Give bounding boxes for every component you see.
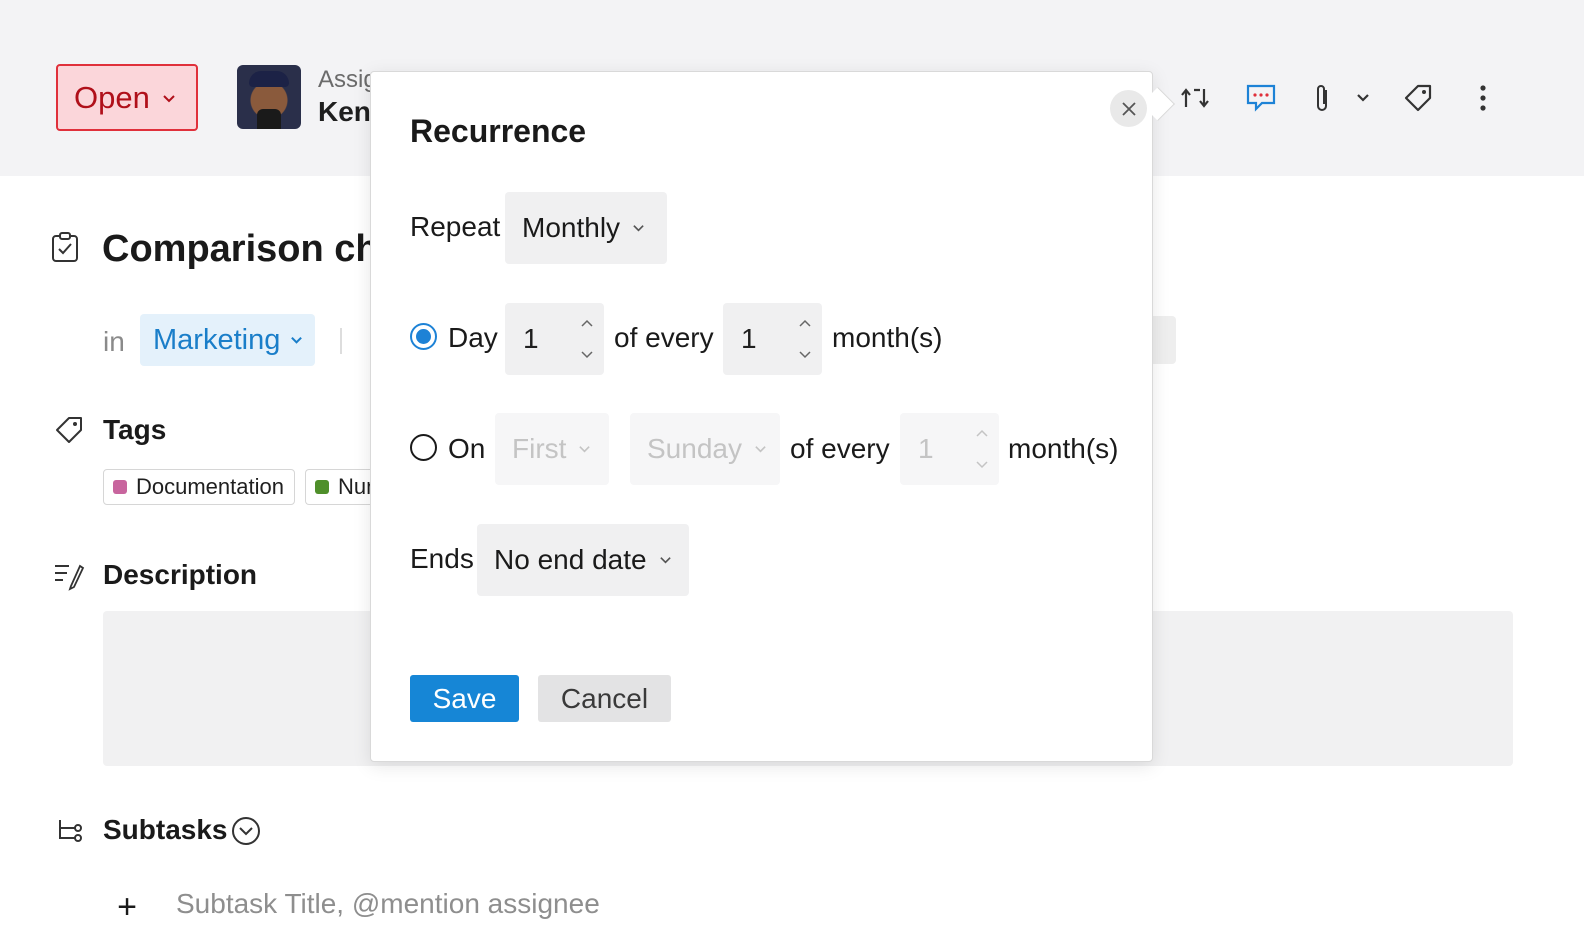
tag-chip[interactable]: Documentation	[103, 469, 295, 505]
repeat-dropdown[interactable]: Monthly	[505, 192, 667, 264]
day-number-stepper[interactable]: 1	[505, 303, 604, 375]
month-interval-stepper[interactable]: 1	[723, 303, 822, 375]
weekday-dropdown[interactable]: Sunday	[630, 413, 780, 485]
recurrence-icon[interactable]	[1177, 80, 1213, 116]
assignee-label: Assignee	[318, 66, 370, 93]
task-title[interactable]: Comparison chart	[102, 228, 372, 271]
add-subtask-icon[interactable]: +	[115, 888, 139, 927]
cancel-button[interactable]: Cancel	[538, 675, 671, 722]
task-icon	[52, 232, 78, 262]
weekday-value: Sunday	[647, 433, 742, 464]
repeat-value: Monthly	[522, 212, 621, 243]
subtask-title-input[interactable]	[176, 884, 776, 924]
tags-label: Tags	[103, 414, 167, 445]
chevron-down-icon[interactable]	[231, 816, 261, 846]
more-icon[interactable]	[1465, 80, 1501, 116]
month-interval-value: 1	[741, 323, 757, 354]
tag-name: Numbers	[338, 474, 371, 499]
divider	[340, 328, 342, 354]
day-radio[interactable]	[410, 323, 437, 350]
attachment-icon[interactable]	[1305, 80, 1341, 116]
close-button[interactable]	[1110, 90, 1147, 127]
ends-label: Ends	[410, 543, 474, 574]
project-in-label: in	[103, 326, 125, 357]
tag-icon	[56, 417, 82, 443]
description-icon	[55, 564, 85, 591]
stepper-arrows-icon[interactable]	[798, 317, 812, 361]
month-unit-label: month(s)	[832, 322, 943, 353]
description-label: Description	[103, 559, 258, 590]
comments-icon[interactable]	[1243, 80, 1279, 116]
ends-dropdown[interactable]: No end date	[477, 524, 689, 596]
ordinal-dropdown[interactable]: First	[495, 413, 609, 485]
chevron-down-icon	[633, 224, 644, 232]
project-dropdown[interactable]: Marketing	[140, 314, 315, 366]
status-label: Open	[74, 79, 150, 115]
tag-icon[interactable]	[1400, 80, 1436, 116]
project-name: Marketing	[153, 323, 281, 356]
month-interval-stepper[interactable]: 1	[900, 413, 999, 485]
stepper-arrows-icon[interactable]	[580, 317, 594, 361]
assignee-name[interactable]: Ken	[318, 96, 370, 128]
status-dropdown[interactable]: Open	[56, 64, 198, 131]
ordinal-value: First	[512, 433, 567, 464]
month-interval-value: 1	[918, 433, 934, 464]
subtasks-label: Subtasks	[103, 814, 228, 845]
chevron-down-icon	[579, 445, 591, 453]
save-button[interactable]: Save	[410, 675, 519, 722]
of-every-label: of every	[614, 322, 714, 353]
stepper-arrows-icon[interactable]	[975, 427, 989, 471]
on-label: On	[448, 433, 486, 464]
chevron-down-icon	[163, 94, 175, 102]
day-label: Day	[448, 322, 498, 353]
subtasks-icon	[59, 820, 82, 842]
assignee-avatar[interactable]	[237, 65, 301, 129]
of-every-label: of every	[790, 433, 890, 464]
tag-chip[interactable]: Numbers	[305, 469, 371, 505]
close-icon	[1121, 101, 1136, 116]
tag-name: Documentation	[136, 474, 284, 499]
chevron-down-icon	[659, 556, 671, 564]
ends-value: No end date	[494, 544, 647, 575]
chevron-down-icon	[755, 445, 766, 453]
chevron-down-icon	[291, 336, 303, 344]
day-number-value: 1	[523, 323, 539, 354]
field-background	[1150, 316, 1176, 364]
tag-color-dot	[113, 480, 127, 494]
chevron-down-icon[interactable]	[1346, 80, 1380, 116]
tag-color-dot	[315, 480, 329, 494]
on-radio[interactable]	[410, 434, 437, 461]
month-unit-label: month(s)	[1008, 433, 1119, 464]
dialog-title: Recurrence	[410, 113, 587, 149]
repeat-label: Repeat	[410, 211, 501, 242]
